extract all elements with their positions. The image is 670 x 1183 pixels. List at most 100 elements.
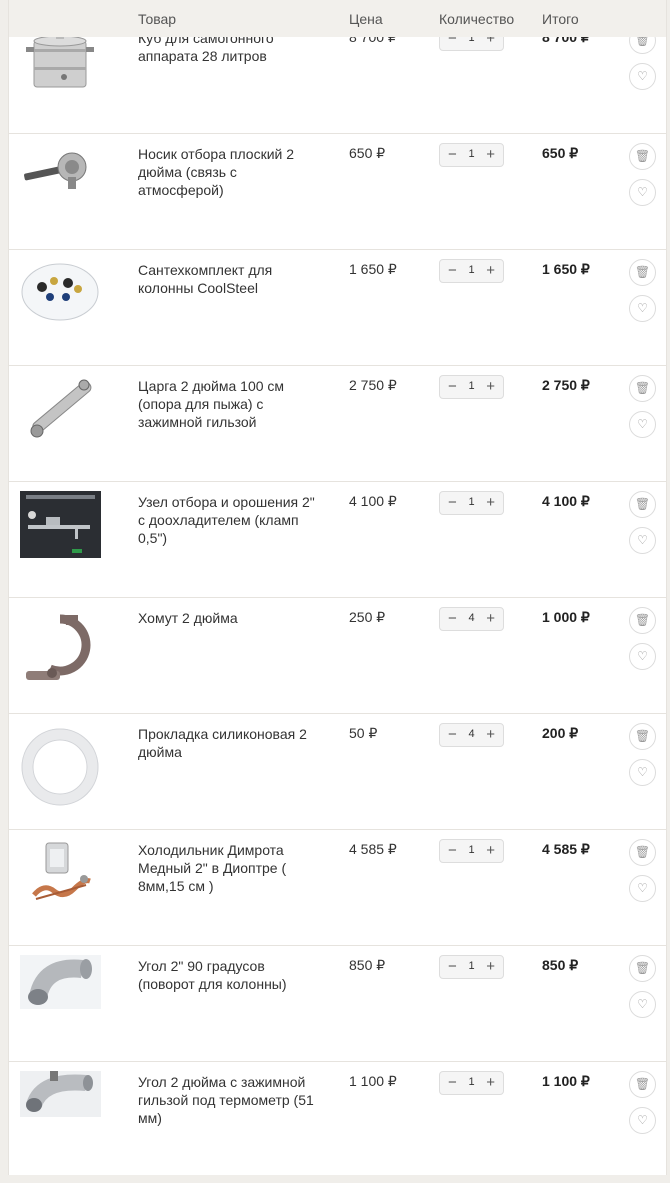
- product-name[interactable]: Угол 2" 90 градусов (поворот для колонны…: [138, 957, 318, 993]
- quantity-value[interactable]: 1: [461, 496, 482, 508]
- quantity-decrease-button[interactable]: −: [448, 610, 457, 627]
- quantity-increase-button[interactable]: +: [486, 378, 495, 395]
- heart-icon: ♡: [637, 881, 648, 895]
- product-price: 850 ₽: [349, 957, 386, 973]
- quantity-stepper[interactable]: − 4 +: [439, 723, 504, 747]
- quantity-stepper[interactable]: − 1 +: [439, 1071, 504, 1095]
- trash-icon: 🗑: [634, 845, 651, 859]
- remove-item-button[interactable]: 🗑: [629, 955, 656, 982]
- quantity-decrease-button[interactable]: −: [448, 146, 457, 163]
- quantity-value[interactable]: 4: [461, 728, 482, 740]
- cart-row: Носик отбора плоский 2 дюйма (связь с ат…: [9, 133, 666, 250]
- remove-item-button[interactable]: 🗑: [629, 375, 656, 402]
- quantity-value[interactable]: 4: [461, 612, 482, 624]
- product-name[interactable]: Холодильник Димрота Медный 2" в Диоптре …: [138, 841, 318, 895]
- product-image[interactable]: [20, 143, 101, 210]
- product-name[interactable]: Царга 2 дюйма 100 см (опора для пыжа) с …: [138, 377, 318, 431]
- row-total: 4 585 ₽: [542, 841, 590, 857]
- quantity-increase-button[interactable]: +: [486, 1074, 495, 1091]
- add-to-favorites-button[interactable]: ♡: [629, 179, 656, 206]
- quantity-decrease-button[interactable]: −: [448, 726, 457, 743]
- product-image[interactable]: [20, 727, 101, 807]
- row-total: 1 650 ₽: [542, 261, 590, 277]
- quantity-stepper[interactable]: − 1 +: [439, 259, 504, 283]
- trash-icon: 🗑: [634, 497, 651, 511]
- add-to-favorites-button[interactable]: ♡: [629, 875, 656, 902]
- heart-icon: ♡: [637, 185, 648, 199]
- row-total: 4 100 ₽: [542, 493, 590, 509]
- heart-icon: ♡: [637, 765, 648, 779]
- quantity-value[interactable]: 1: [461, 380, 482, 392]
- quantity-stepper[interactable]: − 4 +: [439, 607, 504, 631]
- quantity-increase-button[interactable]: +: [486, 610, 495, 627]
- row-total: 850 ₽: [542, 957, 579, 973]
- add-to-favorites-button[interactable]: ♡: [629, 295, 656, 322]
- remove-item-button[interactable]: 🗑: [629, 1071, 656, 1098]
- remove-item-button[interactable]: 🗑: [629, 607, 656, 634]
- row-total: 1 000 ₽: [542, 609, 590, 625]
- quantity-increase-button[interactable]: +: [486, 494, 495, 511]
- quantity-value[interactable]: 1: [461, 1076, 482, 1088]
- trash-icon: 🗑: [634, 961, 651, 975]
- quantity-value[interactable]: 1: [461, 264, 482, 276]
- quantity-decrease-button[interactable]: −: [448, 958, 457, 975]
- product-price: 1 100 ₽: [349, 1073, 397, 1089]
- remove-item-button[interactable]: 🗑: [629, 491, 656, 518]
- add-to-favorites-button[interactable]: ♡: [629, 63, 656, 90]
- heart-icon: ♡: [637, 997, 648, 1011]
- product-name[interactable]: Сантехкомплект для колонны CoolSteel: [138, 261, 318, 297]
- remove-item-button[interactable]: 🗑: [629, 839, 656, 866]
- row-total: 1 100 ₽: [542, 1073, 590, 1089]
- quantity-decrease-button[interactable]: −: [448, 494, 457, 511]
- product-image[interactable]: [20, 491, 101, 558]
- remove-item-button[interactable]: 🗑: [629, 723, 656, 750]
- quantity-value[interactable]: 1: [461, 148, 482, 160]
- quantity-stepper[interactable]: − 1 +: [439, 143, 504, 167]
- quantity-decrease-button[interactable]: −: [448, 1074, 457, 1091]
- add-to-favorites-button[interactable]: ♡: [629, 527, 656, 554]
- add-to-favorites-button[interactable]: ♡: [629, 759, 656, 786]
- quantity-value[interactable]: 1: [461, 960, 482, 972]
- heart-icon: ♡: [637, 533, 648, 547]
- column-header-price: Цена: [349, 11, 383, 27]
- quantity-stepper[interactable]: − 1 +: [439, 491, 504, 515]
- quantity-increase-button[interactable]: +: [486, 842, 495, 859]
- product-image[interactable]: [20, 839, 101, 906]
- quantity-decrease-button[interactable]: −: [448, 378, 457, 395]
- heart-icon: ♡: [637, 649, 648, 663]
- quantity-increase-button[interactable]: +: [486, 146, 495, 163]
- trash-icon: 🗑: [634, 1077, 651, 1091]
- product-image[interactable]: [20, 375, 101, 442]
- add-to-favorites-button[interactable]: ♡: [629, 991, 656, 1018]
- quantity-stepper[interactable]: − 1 +: [439, 839, 504, 863]
- product-price: 250 ₽: [349, 609, 386, 625]
- quantity-stepper[interactable]: − 1 +: [439, 955, 504, 979]
- quantity-increase-button[interactable]: +: [486, 262, 495, 279]
- product-image[interactable]: [20, 259, 101, 326]
- product-name[interactable]: Узел отбора и орошения 2" с доохладителе…: [138, 493, 318, 547]
- product-image[interactable]: [20, 1071, 101, 1117]
- add-to-favorites-button[interactable]: ♡: [629, 643, 656, 670]
- heart-icon: ♡: [637, 69, 648, 83]
- add-to-favorites-button[interactable]: ♡: [629, 1107, 656, 1134]
- remove-item-button[interactable]: 🗑: [629, 259, 656, 286]
- quantity-increase-button[interactable]: +: [486, 958, 495, 975]
- product-name[interactable]: Хомут 2 дюйма: [138, 609, 318, 627]
- quantity-decrease-button[interactable]: −: [448, 262, 457, 279]
- product-image[interactable]: [20, 611, 101, 691]
- remove-item-button[interactable]: 🗑: [629, 143, 656, 170]
- quantity-value[interactable]: 1: [461, 844, 482, 856]
- cart-row: Прокладка силиконовая 2 дюйма 50 ₽ − 4 +…: [9, 713, 666, 830]
- quantity-stepper[interactable]: − 1 +: [439, 375, 504, 399]
- trash-icon: 🗑: [634, 265, 651, 279]
- product-name[interactable]: Носик отбора плоский 2 дюйма (связь с ат…: [138, 145, 318, 199]
- quantity-decrease-button[interactable]: −: [448, 842, 457, 859]
- product-image[interactable]: [20, 27, 101, 94]
- product-image[interactable]: [20, 955, 101, 1009]
- cart-row: Узел отбора и орошения 2" с доохладителе…: [9, 481, 666, 598]
- quantity-increase-button[interactable]: +: [486, 726, 495, 743]
- product-name[interactable]: Угол 2 дюйма с зажимной гильзой под терм…: [138, 1073, 318, 1127]
- product-name[interactable]: Прокладка силиконовая 2 дюйма: [138, 725, 318, 761]
- add-to-favorites-button[interactable]: ♡: [629, 411, 656, 438]
- row-total: 200 ₽: [542, 725, 579, 741]
